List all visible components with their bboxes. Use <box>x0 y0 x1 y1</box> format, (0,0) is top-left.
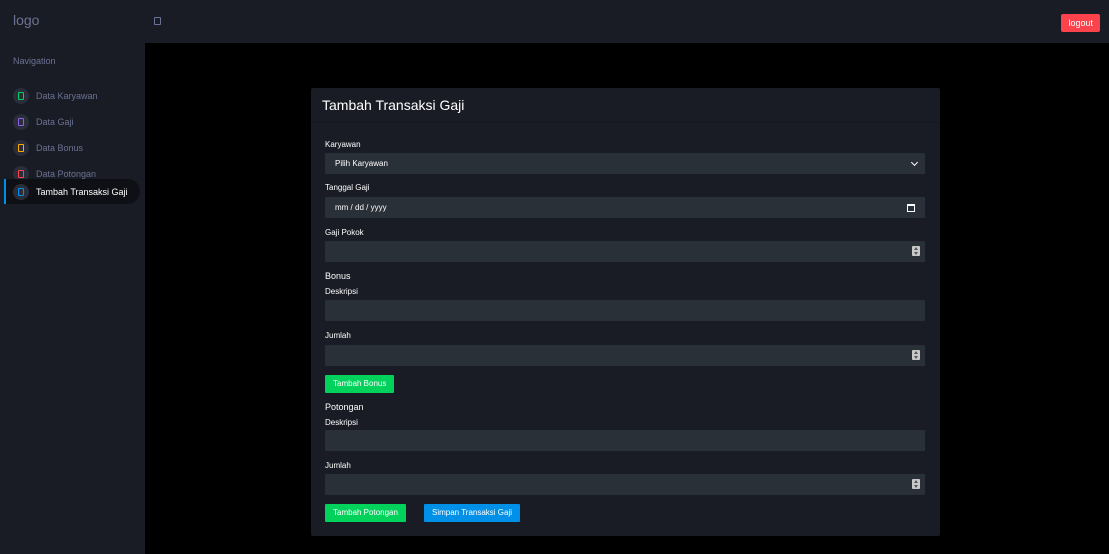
square-icon <box>13 113 29 130</box>
karyawan-select-value: Pilih Karyawan <box>335 159 388 168</box>
bonus-jumlah-label: Jumlah <box>325 331 351 340</box>
square-icon <box>13 139 29 156</box>
bonus-deskripsi-label: Deskripsi <box>325 287 358 296</box>
transaction-form-card: Tambah Transaksi Gaji Karyawan Pilih Kar… <box>311 88 940 536</box>
square-icon <box>13 87 29 104</box>
tanggal-gaji-input[interactable]: mm / dd / yyyy <box>325 197 925 218</box>
tanggal-gaji-label: Tanggal Gaji <box>325 183 370 192</box>
nav-title: Navigation <box>13 56 56 66</box>
sidebar-item-tambah-transaksi-gaji[interactable]: Tambah Transaksi Gaji <box>4 179 140 204</box>
potongan-jumlah-input[interactable] <box>325 474 925 495</box>
square-icon <box>13 183 29 200</box>
date-placeholder: mm / dd / yyyy <box>335 203 387 212</box>
tambah-potongan-button[interactable]: Tambah Potongan <box>325 504 406 522</box>
bonus-jumlah-input[interactable] <box>325 345 925 366</box>
sidebar: Navigation Data Karyawan Data Gaji Data … <box>0 43 145 554</box>
divider <box>311 122 940 123</box>
number-spinner-icon[interactable] <box>912 246 920 256</box>
potongan-heading: Potongan <box>325 402 364 412</box>
sidebar-item-label: Data Bonus <box>36 142 84 153</box>
logo[interactable]: logo <box>13 12 39 28</box>
sidebar-item-label: Tambah Transaksi Gaji <box>36 186 128 197</box>
gaji-pokok-input[interactable] <box>325 241 925 262</box>
karyawan-select[interactable]: Pilih Karyawan <box>325 153 925 174</box>
logout-button[interactable]: logout <box>1061 14 1100 32</box>
chevron-down-icon <box>910 158 919 167</box>
number-spinner-icon[interactable] <box>912 350 920 360</box>
sidebar-item-label: Data Potongan <box>36 168 97 179</box>
potongan-deskripsi-input[interactable] <box>325 430 925 451</box>
number-spinner-icon[interactable] <box>912 479 920 489</box>
bonus-heading: Bonus <box>325 271 351 281</box>
sidebar-item-label: Data Karyawan <box>36 90 98 101</box>
sidebar-item-label: Data Gaji <box>36 116 74 127</box>
page-title: Tambah Transaksi Gaji <box>322 97 465 113</box>
menu-toggle-icon[interactable] <box>154 17 161 25</box>
sidebar-item-data-gaji[interactable]: Data Gaji <box>6 109 140 134</box>
calendar-icon[interactable] <box>907 204 915 212</box>
simpan-transaksi-gaji-button[interactable]: Simpan Transaksi Gaji <box>424 504 521 522</box>
potongan-deskripsi-label: Deskripsi <box>325 418 358 427</box>
tambah-bonus-button[interactable]: Tambah Bonus <box>325 375 395 393</box>
karyawan-label: Karyawan <box>325 140 361 149</box>
top-navbar: logo logout <box>0 0 1109 43</box>
sidebar-item-data-bonus[interactable]: Data Bonus <box>6 135 140 160</box>
sidebar-item-data-karyawan[interactable]: Data Karyawan <box>6 83 140 108</box>
gaji-pokok-label: Gaji Pokok <box>325 228 364 237</box>
potongan-jumlah-label: Jumlah <box>325 461 351 470</box>
bonus-deskripsi-input[interactable] <box>325 300 925 321</box>
